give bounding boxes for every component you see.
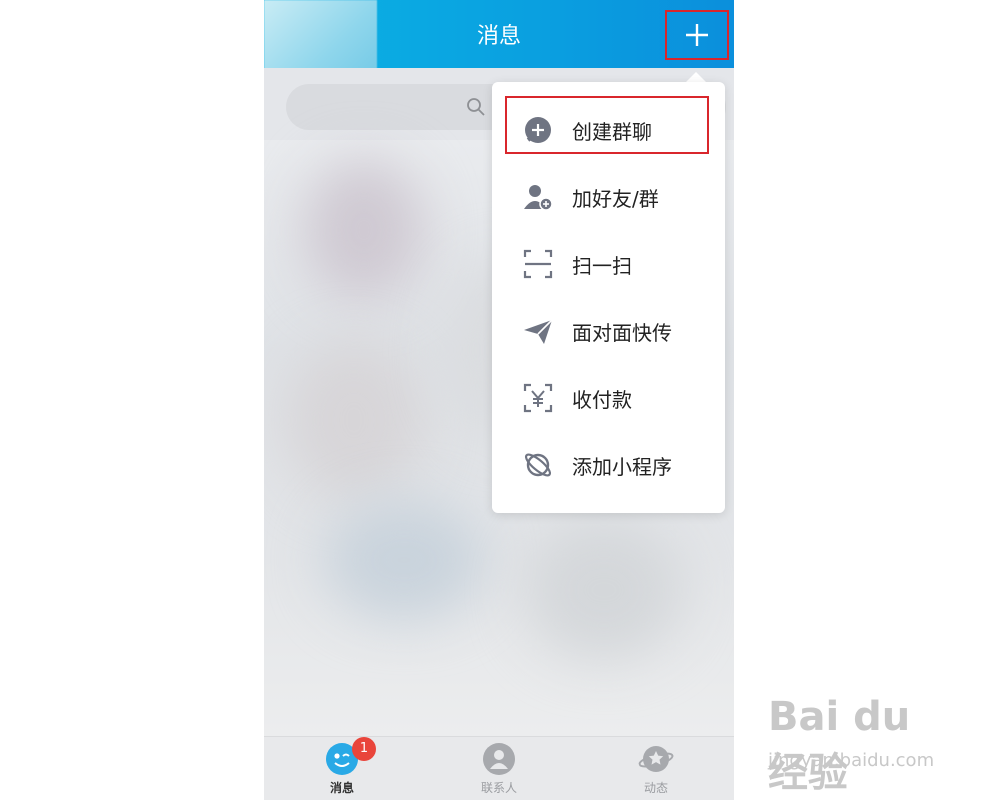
menu-item-payment[interactable]: 收付款 xyxy=(492,364,725,431)
baidu-watermark: Bai du 经验 jingyan.baidu.com xyxy=(768,688,958,796)
tab-label: 动态 xyxy=(643,781,668,795)
menu-item-label: 添加小程序 xyxy=(572,455,672,479)
menu-item-label: 收付款 xyxy=(572,388,632,412)
menu-item-add-mini-program[interactable]: 添加小程序 xyxy=(492,431,725,498)
plus-button[interactable] xyxy=(665,10,729,60)
tab-label: 联系人 xyxy=(480,781,517,795)
contacts-tab-icon xyxy=(483,743,515,775)
star-planet-icon xyxy=(638,746,674,772)
top-bar: 消息 xyxy=(264,0,734,82)
menu-item-add-friend[interactable]: 加好友/群 xyxy=(492,163,725,230)
tab-feed[interactable]: 动态 xyxy=(578,737,734,800)
watermark-url: jingyan.baidu.com xyxy=(768,750,935,771)
search-icon xyxy=(467,98,485,116)
tab-label: 消息 xyxy=(329,781,354,795)
payment-scan-icon xyxy=(523,383,553,413)
tab-contacts[interactable]: 联系人 xyxy=(421,737,577,800)
unread-badge: 1 xyxy=(352,737,376,761)
watermark-logo: Bai du 经验 xyxy=(768,694,911,796)
add-friend-icon xyxy=(524,185,553,211)
menu-item-label: 面对面快传 xyxy=(572,321,672,345)
menu-item-face-transfer[interactable]: 面对面快传 xyxy=(492,297,725,364)
tab-messages[interactable]: 1 消息 xyxy=(264,737,420,800)
scan-icon xyxy=(523,249,553,279)
menu-item-scan[interactable]: 扫一扫 xyxy=(492,230,725,297)
paper-plane-icon xyxy=(524,319,553,344)
page-title: 消息 xyxy=(476,24,521,49)
plus-icon xyxy=(686,24,708,46)
tab-bar: 1 消息 联系人 动态 xyxy=(264,736,734,800)
planet-icon xyxy=(524,453,552,477)
highlight-annotation xyxy=(505,96,709,154)
menu-item-label: 扫一扫 xyxy=(572,254,632,278)
menu-item-label: 加好友/群 xyxy=(572,187,659,211)
